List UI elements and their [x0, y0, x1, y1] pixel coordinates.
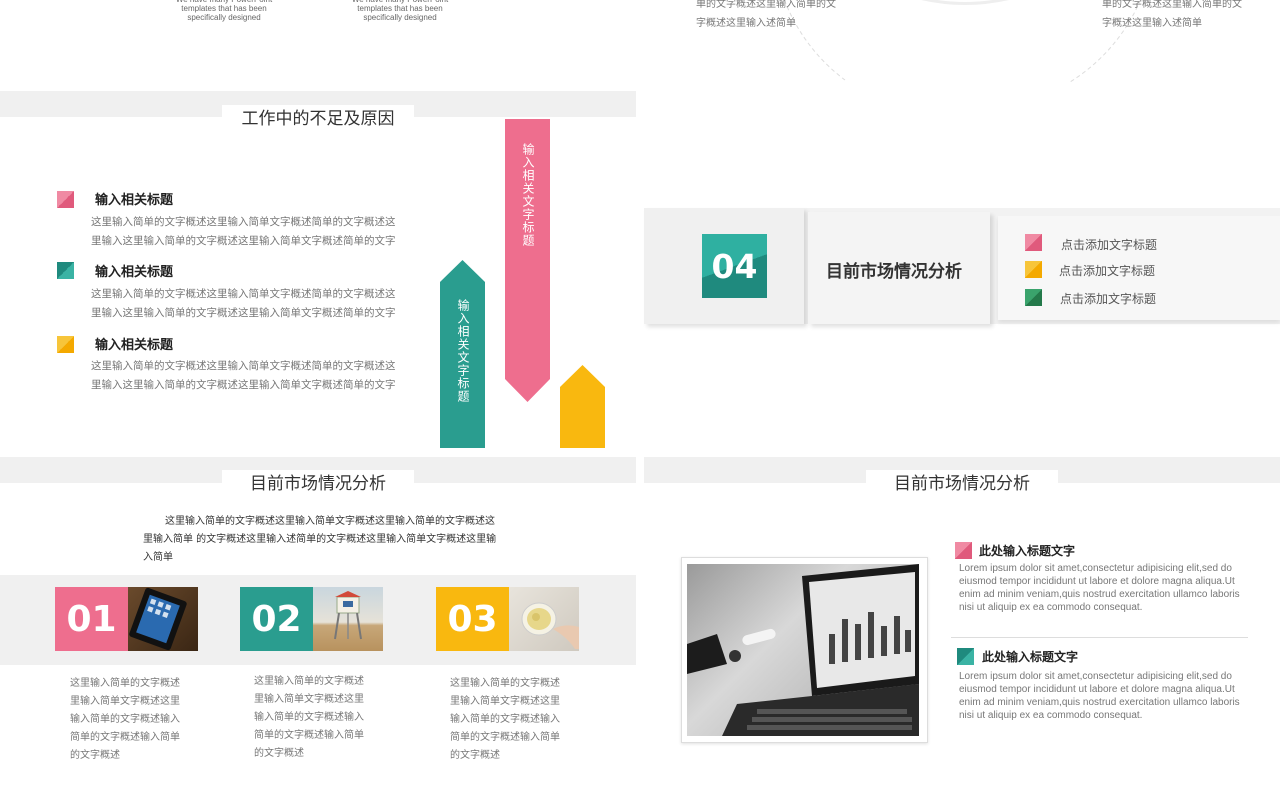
- pink-square-icon: [955, 542, 972, 559]
- legend-item-3[interactable]: 点击添加文字标题: [1060, 290, 1156, 307]
- fragment-text-left: 单的文字概述这里输入简单的文字概述这里输入述简单: [696, 0, 836, 29]
- fragment-text-right: 单的文字概述这里输入简单的文字概述这里输入述简单: [1102, 0, 1242, 29]
- column-number-1: 01: [55, 587, 128, 651]
- item-body-3: 这里输入简单的文字概述这里输入简单文字概述简单的文字概述这里输入这里输入简单的文…: [91, 360, 396, 391]
- column-text-3: 这里输入简单的文字概述里输入简单文字概述这里输入简单的文字概述输入简单的文字概述…: [450, 678, 560, 761]
- item-body-2: 这里输入简单的文字概述这里输入简单文字概述简单的文字概述这里输入这里输入简单的文…: [91, 288, 396, 319]
- yellow-square-icon: [57, 336, 74, 353]
- tablet-photo: [128, 587, 198, 651]
- divider: [951, 637, 1248, 638]
- yellow-up-arrow: [560, 365, 605, 448]
- pink-square-icon: [1025, 234, 1042, 251]
- pink-arrow-label: 输入相关文字标题: [521, 143, 535, 247]
- laptop-photo: [687, 564, 919, 736]
- pink-square-icon: [57, 191, 74, 208]
- column-text-1: 这里输入简单的文字概述里输入简单文字概述这里输入简单的文字概述输入简单的文字概述…: [70, 678, 180, 761]
- slide-title: 目前市场情况分析: [866, 470, 1058, 498]
- column-number-2: 02: [240, 587, 313, 651]
- intro-text: 这里输入简单的文字概述这里输入简单文字概述这里输入简单的文字概述这里输入简单 的…: [143, 516, 497, 563]
- entry-heading-2: 此处输入标题文字: [982, 650, 1079, 664]
- section-number: 04: [702, 234, 767, 298]
- item-heading-3: 输入相关标题: [95, 338, 174, 353]
- blurb-left: We have many PowerPoint templates that h…: [176, 0, 272, 22]
- legend-item-1[interactable]: 点击添加文字标题: [1061, 236, 1157, 253]
- slide-title: 工作中的不足及原因: [222, 105, 414, 133]
- entry-heading-1: 此处输入标题文字: [979, 544, 1076, 558]
- section-number-text: 04: [711, 246, 758, 286]
- item-heading-1: 输入相关标题: [95, 193, 174, 208]
- column-number-1-text: 01: [66, 598, 117, 640]
- entry-body-1: Lorem ipsum dolor sit amet,consectetur a…: [959, 563, 1240, 613]
- column-number-2-text: 02: [251, 598, 302, 640]
- blurb-right: We have many PowerPoint templates that h…: [352, 0, 448, 22]
- teal-square-icon: [957, 648, 974, 665]
- item-heading-2: 输入相关标题: [95, 265, 174, 280]
- teal-square-icon: [57, 262, 74, 279]
- coffee-cup-photo: [509, 587, 579, 651]
- legend-item-2[interactable]: 点击添加文字标题: [1059, 262, 1155, 279]
- item-body-1: 这里输入简单的文字概述这里输入简单文字概述简单的文字概述这里输入这里输入简单的文…: [91, 216, 396, 247]
- column-number-3-text: 03: [447, 598, 498, 640]
- section-title: 目前市场情况分析: [826, 262, 962, 282]
- yellow-square-icon: [1025, 261, 1042, 278]
- green-square-icon: [1025, 289, 1042, 306]
- column-text-2: 这里输入简单的文字概述里输入简单文字概述这里输入简单的文字概述输入简单的文字概述…: [254, 676, 364, 759]
- teal-arrow-label: 输入相关文字标题: [456, 299, 470, 403]
- column-number-3: 03: [436, 587, 509, 651]
- lifeguard-tower-photo: [313, 587, 383, 651]
- slide-title: 目前市场情况分析: [222, 470, 414, 498]
- entry-body-2: Lorem ipsum dolor sit amet,consectetur a…: [959, 671, 1240, 721]
- slide-collage: { "colors": { "pink": "#ee6e8e", "teal":…: [0, 0, 1280, 800]
